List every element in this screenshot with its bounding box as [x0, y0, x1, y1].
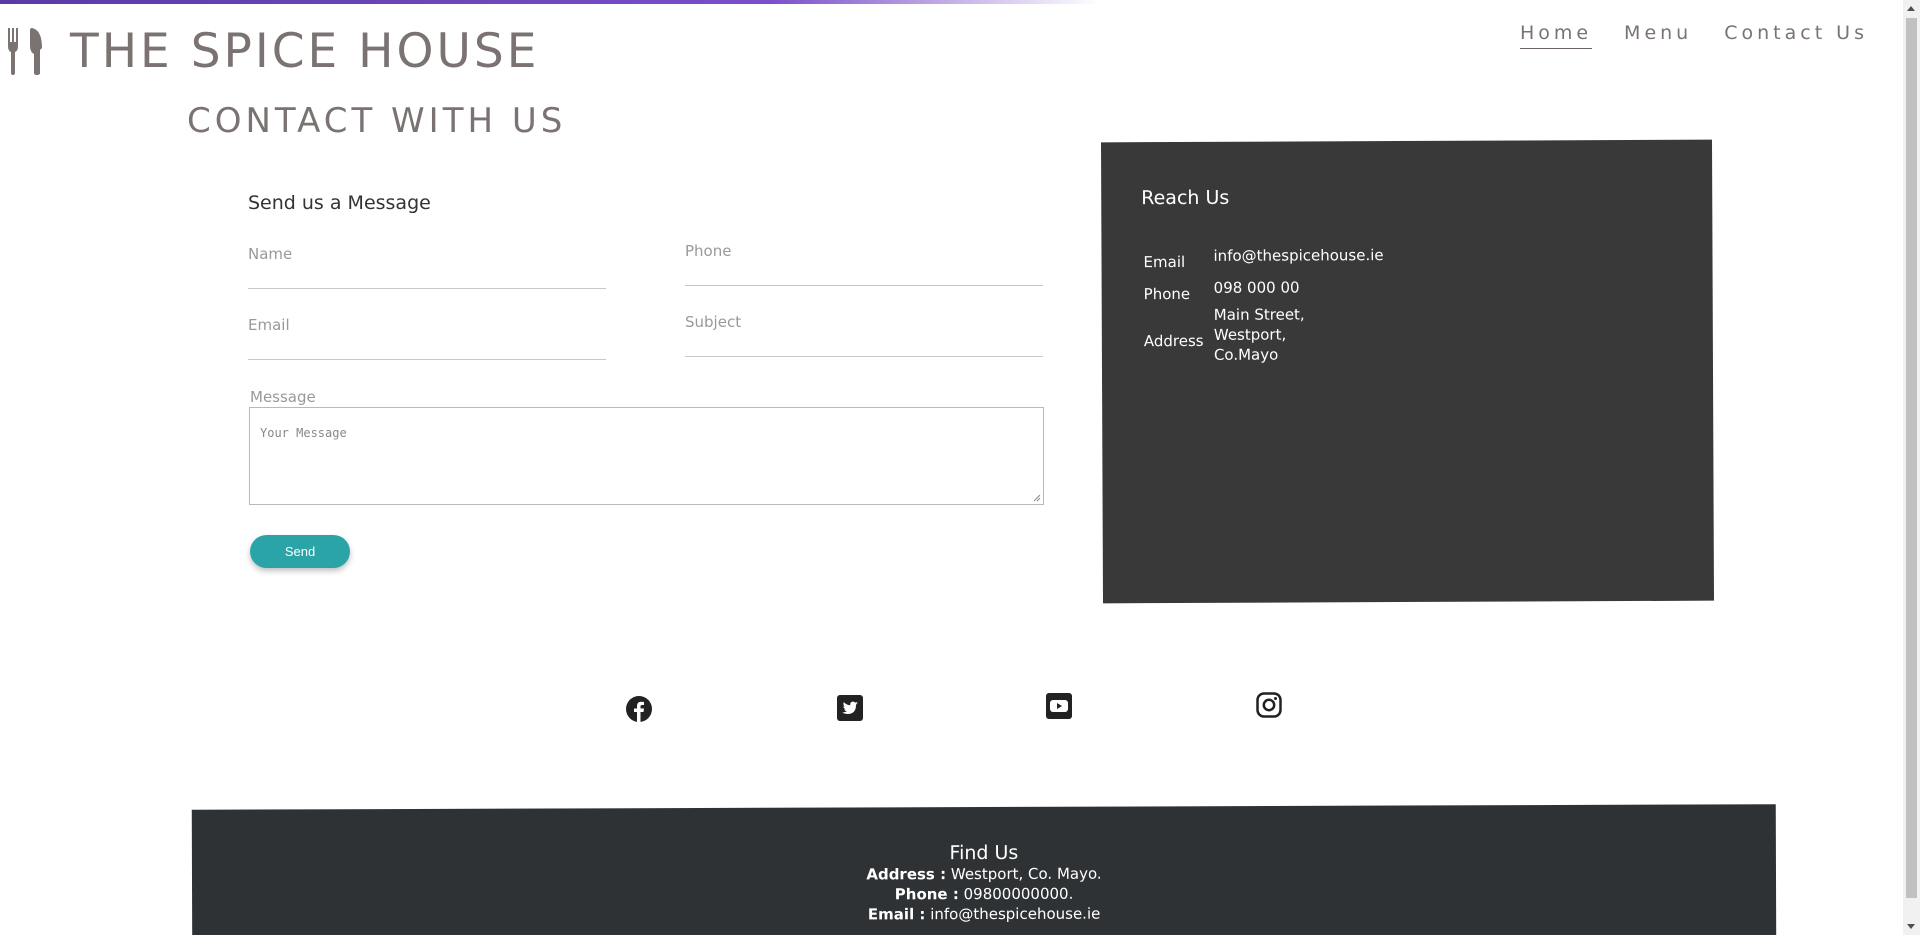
name-underline	[248, 288, 606, 289]
footer-phone-label: Phone :	[894, 885, 959, 904]
site-logo[interactable]: THE SPICE HOUSE	[6, 26, 539, 76]
reach-phone-label: Phone	[1143, 284, 1191, 304]
name-label: Name	[248, 245, 293, 263]
message-placeholder: Your Message	[260, 426, 347, 440]
reach-email-label: Email	[1143, 252, 1186, 272]
phone-label: Phone	[685, 242, 732, 260]
footer-phone-value: 09800000000.	[963, 884, 1074, 904]
footer-address-label: Address :	[866, 865, 947, 884]
main-nav: Home Menu Contact Us	[1519, 22, 1868, 49]
scroll-thumb[interactable]	[1906, 18, 1917, 898]
reach-address-line2: Westport,	[1213, 325, 1287, 344]
reach-address-label: Address	[1143, 331, 1204, 351]
subject-underline	[685, 356, 1043, 357]
message-textarea[interactable]: Your Message	[249, 407, 1044, 505]
reach-address-line1: Main Street,	[1213, 305, 1305, 324]
scroll-down-arrow-icon[interactable]	[1907, 924, 1915, 929]
scroll-up-arrow-icon[interactable]	[1907, 6, 1915, 11]
nav-home[interactable]: Home	[1519, 22, 1593, 49]
resize-handle-icon[interactable]	[1033, 494, 1041, 502]
reach-address-line3: Co.Mayo	[1213, 345, 1279, 364]
reach-us-panel: Reach Us Email info@thespicehouse.ie Pho…	[1100, 139, 1715, 604]
footer-address-value: Westport, Co. Mayo.	[950, 864, 1102, 884]
send-button[interactable]: Send	[250, 535, 350, 568]
brand-name: THE SPICE HOUSE	[70, 23, 540, 79]
footer-email-value[interactable]: info@thespicehouse.ie	[930, 905, 1100, 924]
phone-field[interactable]: Phone	[685, 242, 1043, 286]
name-field[interactable]: Name	[248, 245, 606, 289]
reach-phone-value: 098 000 00	[1213, 278, 1300, 297]
youtube-icon[interactable]	[1045, 692, 1073, 720]
page-title: CONTACT WITH US	[187, 101, 567, 141]
subject-field[interactable]: Subject	[685, 313, 1043, 357]
email-label: Email	[248, 316, 290, 334]
reach-us-title: Reach Us	[1141, 186, 1230, 210]
twitter-icon[interactable]	[836, 694, 864, 722]
nav-menu[interactable]: Menu	[1624, 22, 1692, 49]
reach-email-value: info@thespicehouse.ie	[1213, 246, 1384, 265]
nav-contact-us[interactable]: Contact Us	[1724, 22, 1868, 49]
message-label: Message	[250, 388, 316, 406]
phone-underline	[685, 285, 1043, 286]
form-title: Send us a Message	[248, 192, 431, 214]
vertical-scrollbar[interactable]	[1903, 0, 1920, 935]
top-gradient-bar	[0, 0, 1100, 4]
instagram-icon[interactable]	[1255, 691, 1283, 719]
facebook-icon[interactable]	[625, 695, 653, 723]
subject-label: Subject	[685, 313, 742, 331]
fork-knife-icon	[8, 28, 42, 75]
email-field[interactable]: Email	[248, 316, 606, 360]
email-underline	[248, 359, 606, 360]
footer-email-label: Email :	[867, 905, 926, 924]
footer-email: Email : info@thespicehouse.ie	[192, 901, 1776, 927]
page: THE SPICE HOUSE Home Menu Contact Us CON…	[0, 0, 1920, 935]
site-footer: Find Us Address : Westport, Co. Mayo. Ph…	[191, 804, 1777, 935]
